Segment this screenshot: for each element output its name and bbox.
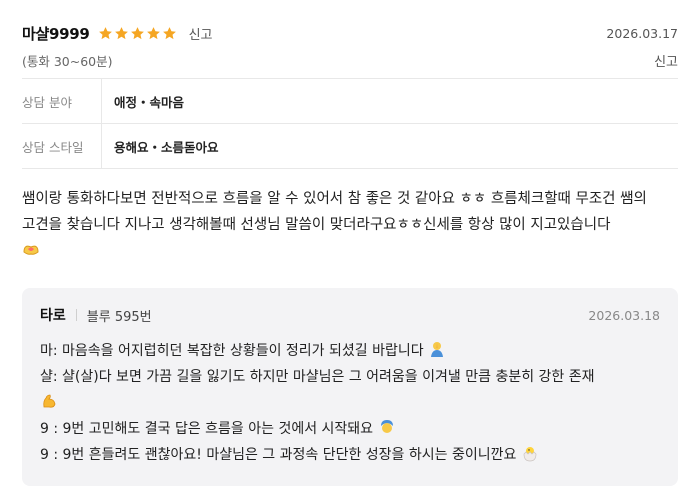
info-row-style: 상담 스타일 용해요・소름돋아요	[22, 124, 678, 169]
report-button-secondary[interactable]: 신고	[654, 51, 678, 70]
call-duration: (통화 30~60분)	[22, 53, 113, 69]
reviewer-nickname: 마샬9999	[22, 24, 90, 43]
heart-hands-emoji-icon	[22, 240, 40, 258]
reply-line: 9 : 9번 흔들려도 괜찮아요! 마샬님은 그 과정속 단단한 성장을 하시는…	[40, 442, 660, 468]
star-icon	[98, 26, 113, 41]
reply-line-text: 9 : 9번 흔들려도 괜찮아요! 마샬님은 그 과정속 단단한 성장을 하시는…	[40, 447, 517, 463]
person-gesturing-ok-icon	[378, 418, 396, 436]
info-value-field: 애정・속마음	[114, 94, 185, 110]
reply-line-text: 마: 마음속을 어지럽히던 복잡한 상황들이 정리가 되셨길 바랍니다	[40, 343, 424, 359]
info-value-style: 용해요・소름돋아요	[114, 139, 219, 155]
info-row-field: 상담 분야 애정・속마음	[22, 79, 678, 124]
review-header: 마샬9999 신고 2026.03.17	[22, 21, 678, 45]
hatching-chick-icon	[521, 444, 539, 462]
reply-box: 타로 블루 595번 2026.03.18 마: 마음속을 어지럽히던 복잡한 …	[22, 288, 678, 486]
reply-header: 타로 블루 595번 2026.03.18	[40, 304, 660, 326]
star-icon	[130, 26, 145, 41]
star-rating	[98, 26, 177, 41]
praying-person-icon	[428, 340, 446, 358]
star-icon	[162, 26, 177, 41]
reply-date: 2026.03.18	[588, 307, 660, 323]
report-button[interactable]: 신고	[189, 24, 213, 43]
flexed-biceps-icon	[40, 392, 58, 410]
info-label-style: 상담 스타일	[22, 124, 102, 168]
info-label-field: 상담 분야	[22, 79, 102, 123]
review-subline: (통화 30~60분) 신고	[22, 50, 678, 70]
reply-author-meta: 블루 595번	[86, 309, 152, 325]
reply-line-text: 샬: 샬(살)다 보면 가끔 길을 잃기도 하지만 마샬님은 그 어려움을 이겨…	[40, 369, 595, 385]
review-text: 쌤이랑 통화하다보면 전반적으로 흐름을 알 수 있어서 참 좋은 것 같아요 …	[22, 191, 647, 233]
reply-line-text: 9 : 9번 고민해도 결국 답은 흐름을 아는 것에서 시작돼요	[40, 421, 374, 437]
reply-body: 마: 마음속을 어지럽히던 복잡한 상황들이 정리가 되셨길 바랍니다 샬: 샬…	[40, 338, 660, 468]
consult-info-table: 상담 분야 애정・속마음 상담 스타일 용해요・소름돋아요	[22, 78, 678, 169]
reply-line: 9 : 9번 고민해도 결국 답은 흐름을 아는 것에서 시작돼요	[40, 416, 660, 442]
review-date: 2026.03.17	[606, 25, 678, 41]
star-icon	[146, 26, 161, 41]
review-body: 쌤이랑 통화하다보면 전반적으로 흐름을 알 수 있어서 참 좋은 것 같아요 …	[22, 186, 678, 264]
star-icon	[114, 26, 129, 41]
reply-line: 샬: 샬(살)다 보면 가끔 길을 잃기도 하지만 마샬님은 그 어려움을 이겨…	[40, 364, 660, 416]
reply-author-name: 타로	[40, 308, 66, 324]
reply-divider	[75, 309, 77, 321]
reply-line: 마: 마음속을 어지럽히던 복잡한 상황들이 정리가 되셨길 바랍니다	[40, 338, 660, 364]
